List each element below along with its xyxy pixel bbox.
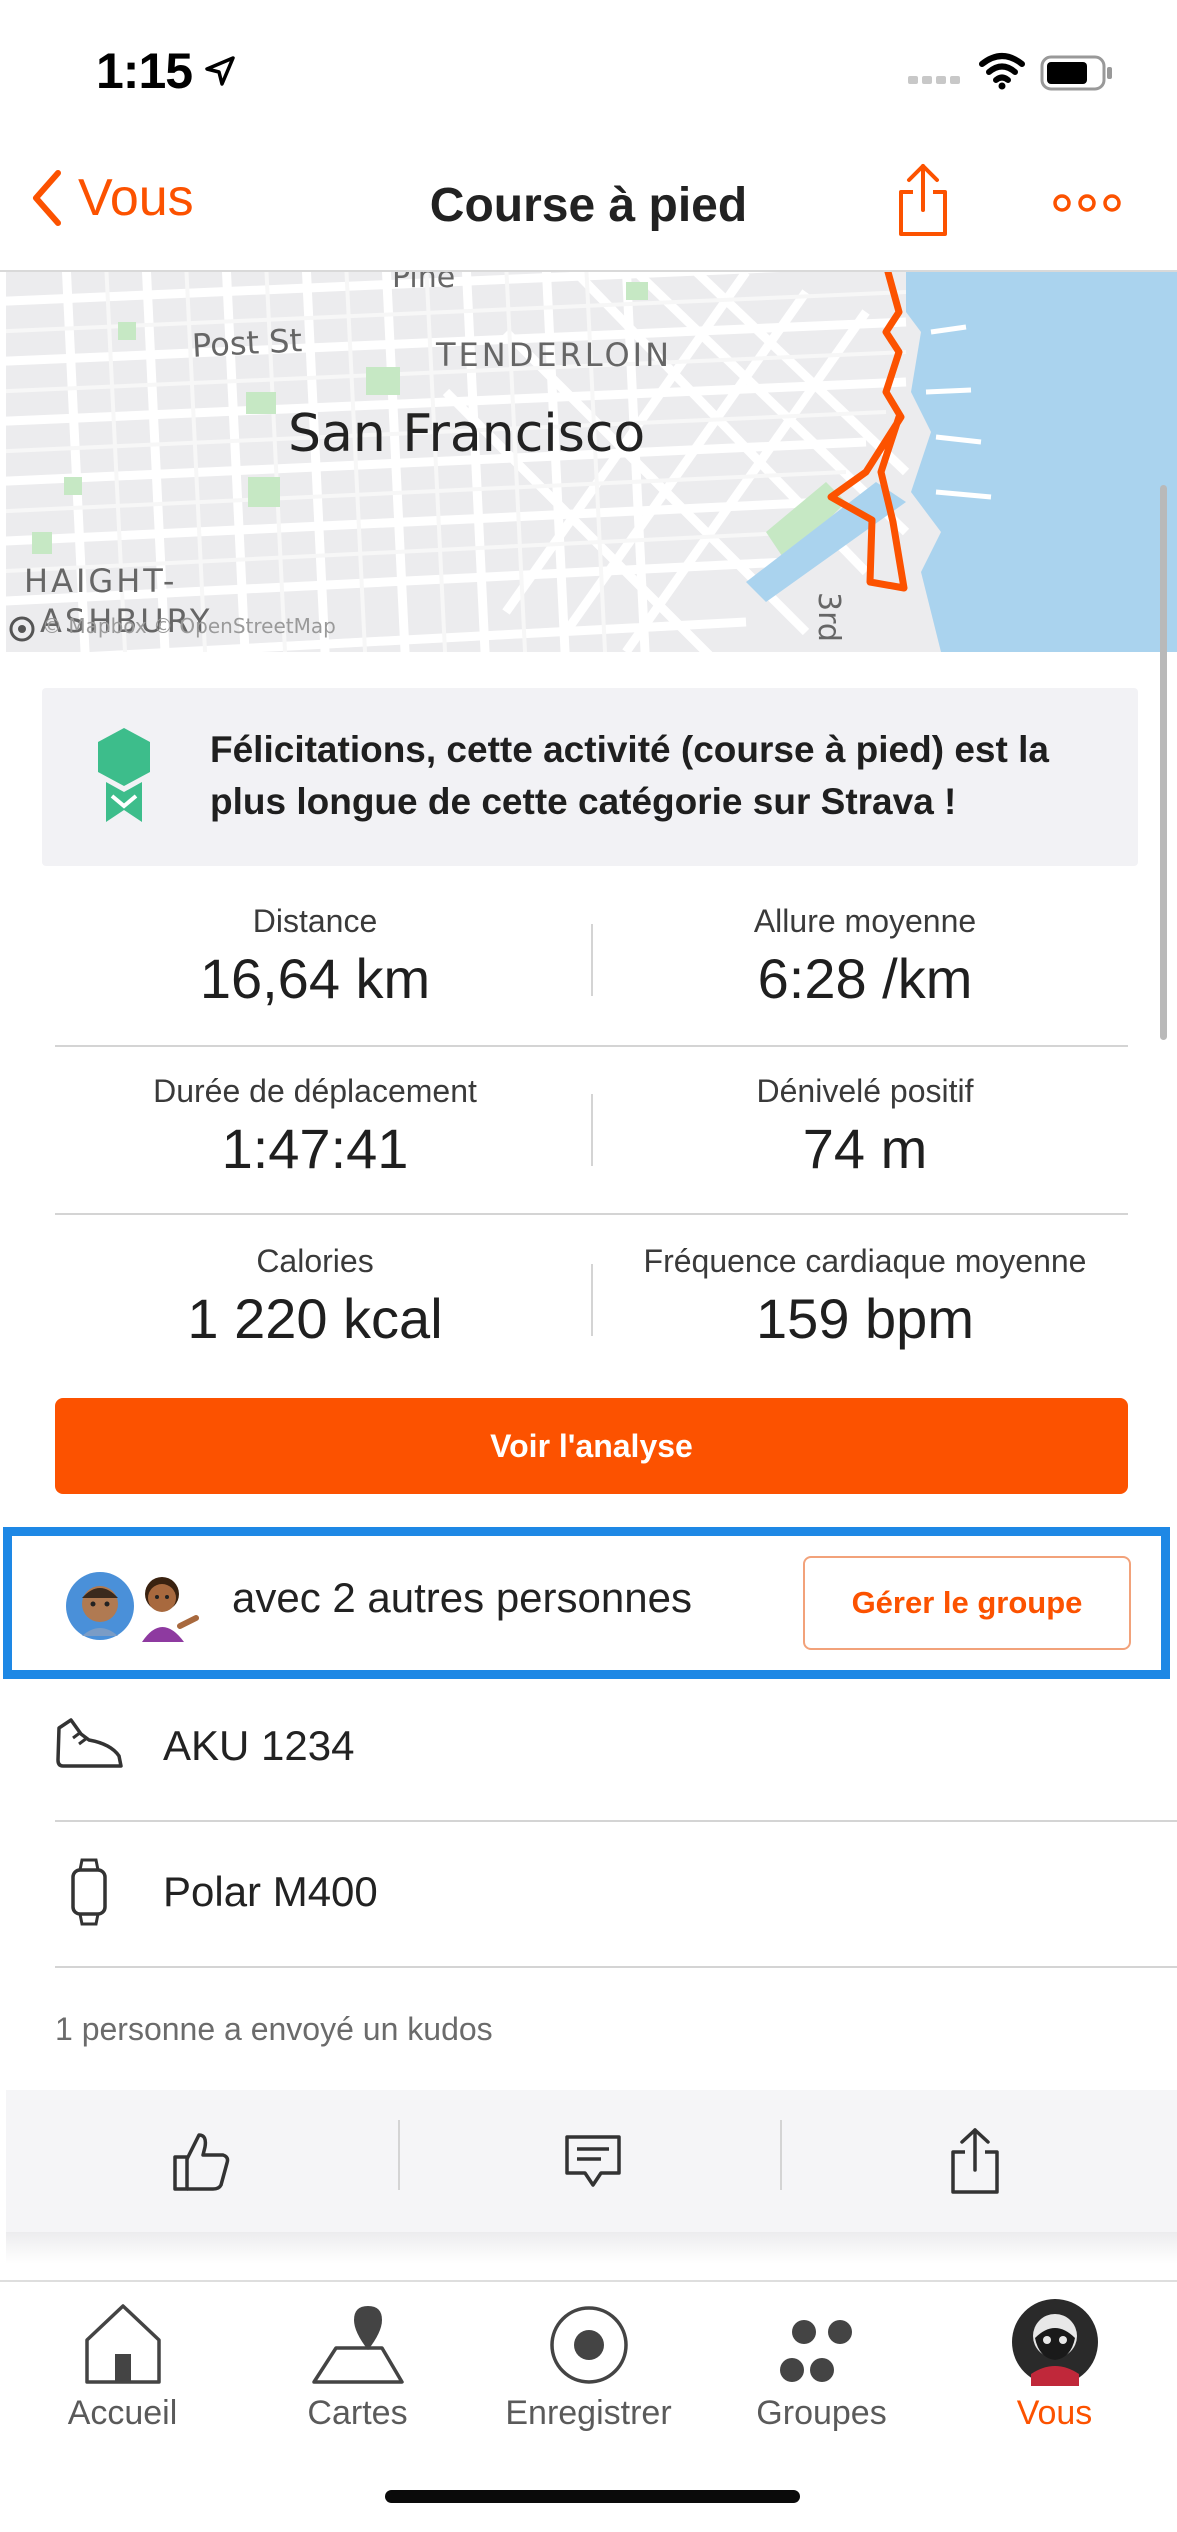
kudos-count[interactable]: 1 personne a envoyé un kudos — [55, 2011, 493, 2048]
tab-label: Enregistrer — [505, 2394, 672, 2432]
more-options-icon[interactable] — [1052, 192, 1122, 214]
achievement-badge-icon — [98, 728, 150, 822]
share-icon[interactable] — [897, 162, 949, 238]
stat-label-calories: Calories — [256, 1243, 374, 1279]
home-indicator — [385, 2490, 800, 2503]
thumbs-up-icon — [173, 2133, 230, 2191]
battery-icon — [1040, 55, 1112, 91]
comment-button[interactable] — [398, 2090, 788, 2232]
group-text: avec 2 autres personnes — [232, 1574, 692, 1621]
tab-label: Groupes — [756, 2394, 887, 2432]
status-time: 1:15 — [96, 43, 193, 99]
activity-action-bar — [6, 2090, 1177, 2232]
stat-value-heart-rate: 159 bpm — [756, 1287, 974, 1350]
map-label-post-st: Post St — [191, 321, 303, 365]
stat-row-divider — [55, 1045, 1128, 1047]
stat-label-heart-rate: Fréquence cardiaque moyenne — [643, 1243, 1087, 1279]
stat-value-distance: 16,64 km — [199, 947, 431, 1010]
tab-cartes[interactable]: Cartes — [240, 2290, 475, 2440]
page-title: Course à pied — [429, 179, 748, 232]
share-activity-button[interactable] — [780, 2090, 1170, 2232]
stat-divider — [591, 924, 593, 996]
stat-row-divider — [55, 1213, 1128, 1215]
stat-value-pace: 6:28 /km — [757, 947, 973, 1010]
stat-value-elevation: 74 m — [802, 1117, 928, 1180]
gear-device-label: Polar M400 — [163, 1868, 378, 1915]
gear-device-row[interactable]: Polar M400 — [55, 1822, 1177, 1968]
row-divider — [55, 1966, 1177, 1968]
tab-vous[interactable]: Vous — [937, 2290, 1172, 2440]
stat-value-moving-time: 1:47:41 — [221, 1117, 409, 1180]
home-icon — [84, 2304, 161, 2384]
map-label-3rd-st: 3rd S — [811, 592, 846, 652]
location-arrow-icon — [205, 56, 235, 86]
stat-label-moving-time: Durée de déplacement — [153, 1073, 477, 1109]
wifi-icon — [979, 53, 1025, 90]
achievement-banner: Félicitations, cette activité (course à … — [42, 688, 1138, 866]
action-bar-shadow — [6, 2232, 1177, 2264]
stat-label-distance: Distance — [252, 903, 378, 939]
stat-divider — [591, 1094, 593, 1166]
cellular-signal-icon — [908, 76, 960, 84]
kudos-button[interactable] — [6, 2090, 396, 2232]
stat-value-calories: 1 220 kcal — [187, 1287, 443, 1350]
person-emoji-icon — [66, 1572, 134, 1640]
share-icon — [951, 2128, 999, 2194]
map-pin-icon — [311, 2306, 404, 2384]
map-attribution: © Mapbox © OpenStreetMap — [42, 614, 336, 638]
tab-label: Vous — [1016, 2394, 1093, 2432]
map-label-haight: HAIGHT- — [24, 562, 178, 600]
group-avatars — [64, 1570, 204, 1642]
comment-icon — [565, 2135, 621, 2187]
group-activity-row[interactable]: avec 2 autres personnes Gérer le groupe — [3, 1527, 1170, 1679]
gear-shoes-label: AKU 1234 — [163, 1722, 355, 1769]
stat-label-elevation: Dénivelé positif — [756, 1073, 974, 1109]
tab-bar-divider — [0, 2280, 1177, 2282]
record-icon — [549, 2306, 628, 2384]
tab-enregistrer[interactable]: Enregistrer — [471, 2290, 706, 2440]
stat-divider — [591, 1264, 593, 1336]
route-map[interactable]: Pine Post St TENDERLOIN San Francisco HA… — [6, 272, 1177, 652]
person-emoji-icon — [142, 1577, 199, 1642]
manage-group-button[interactable]: Gérer le groupe — [803, 1556, 1131, 1650]
scrollbar[interactable] — [1160, 485, 1167, 1040]
gear-shoes-row[interactable]: AKU 1234 — [55, 1674, 1177, 1820]
stat-label-pace: Allure moyenne — [753, 903, 977, 939]
map-label-city: San Francisco — [288, 404, 646, 464]
achievement-text: Félicitations, cette activité (course à … — [210, 729, 1049, 822]
tab-label: Cartes — [307, 2394, 408, 2432]
map-label-pine: Pine — [392, 272, 456, 295]
tab-accueil[interactable]: Accueil — [5, 2290, 240, 2440]
watch-icon — [71, 1858, 107, 1926]
tab-label: Accueil — [67, 2394, 178, 2432]
avatar — [1011, 2299, 1098, 2386]
tab-groupes[interactable]: Groupes — [704, 2290, 939, 2440]
view-analysis-button[interactable]: Voir l'analyse — [55, 1398, 1128, 1494]
shoe-icon — [56, 1718, 123, 1768]
groups-icon — [779, 2320, 852, 2382]
map-label-tenderloin: TENDERLOIN — [436, 336, 673, 374]
